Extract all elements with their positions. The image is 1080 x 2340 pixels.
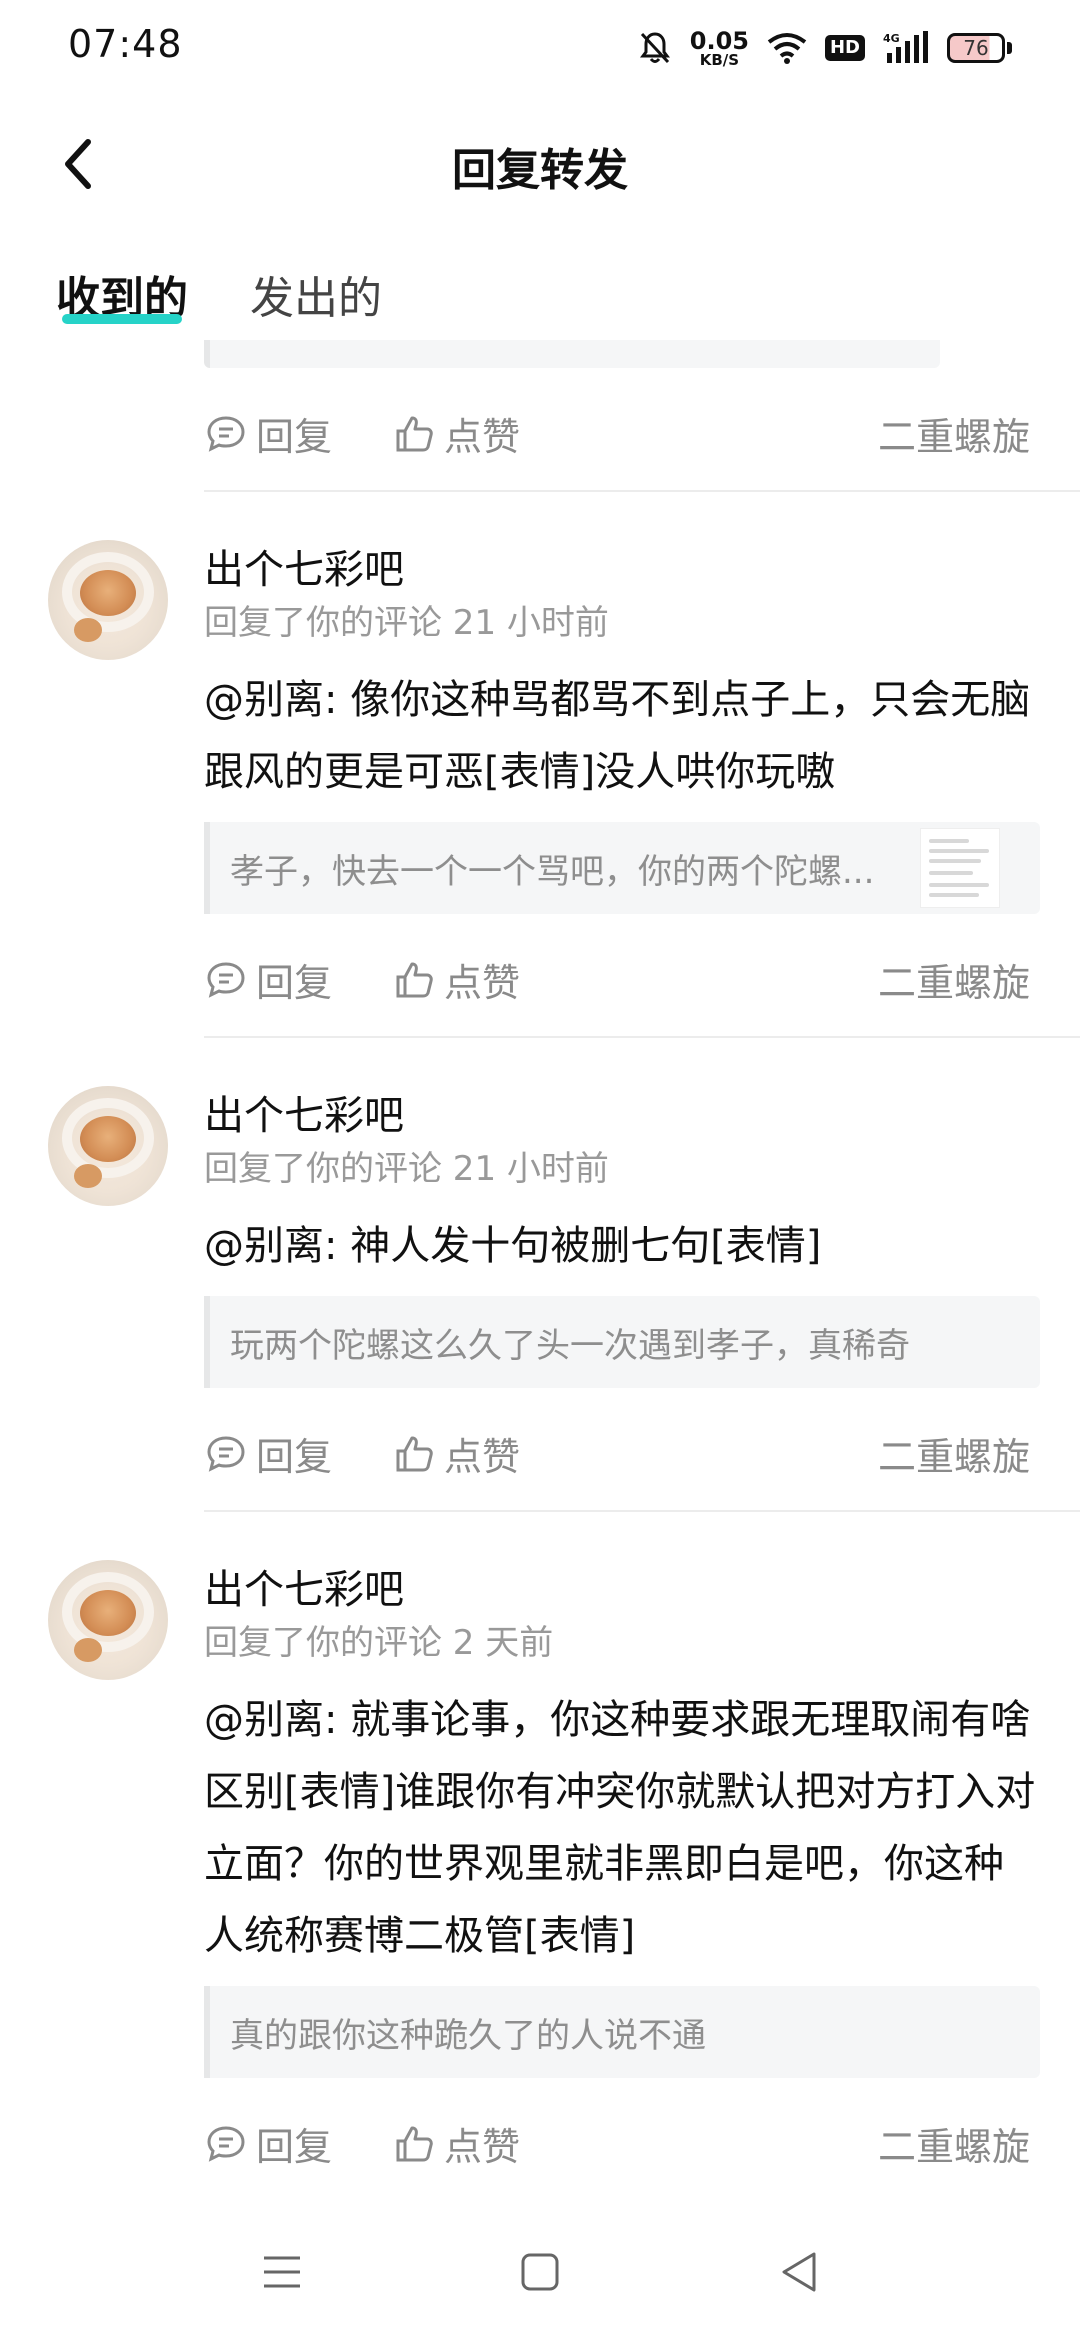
reply-text[interactable]: @别离: 像你这种骂都骂不到点子上，只会无脑跟风的更是可恶[表情]没人哄你玩嗷 [204,664,1040,808]
quote-text: 玩两个陀螺这么久了头一次遇到孝子，真稀奇 [230,1325,910,1366]
tab-sent[interactable]: 发出的 [250,262,382,332]
thumbs-up-icon [396,416,433,451]
quote-text: 真的跟你这种跪久了的人说不通 [230,2015,706,2056]
avatar[interactable] [48,1560,168,1680]
action-row: 回复 点赞 二重螺旋 [204,368,1080,490]
avatar[interactable] [48,1086,168,1206]
reply-meta: 回复了你的评论 21 小时前 [204,1149,609,1189]
action-row: 回复 点赞 二重螺旋 [204,914,1080,1036]
like-label: 点赞 [444,1435,521,1479]
reply-button[interactable]: 回复 [204,1426,332,1481]
action-row: 回复 点赞 二重螺旋 [204,2078,1080,2200]
net-speed-value: 0.05 [689,26,749,55]
like-label: 点赞 [444,2125,521,2169]
reply-text[interactable]: @别离: 就事论事，你这种要求跟无理取闹有啥区别[表情]谁跟你有冲突你就默认把对… [204,1684,1040,1972]
user-name[interactable]: 出个七彩吧 [204,1562,1040,1618]
quote-text: 孝子，快去一个一个骂吧，你的两个陀螺... [230,851,875,892]
quote-block[interactable]: 孝子，快去一个一个骂吧，你的两个陀螺... [204,822,1040,914]
quote-block[interactable]: 玩两个陀螺这么久了头一次遇到孝子，真稀奇 [204,1296,1040,1388]
source-link[interactable]: 二重螺旋 [878,406,1030,461]
net-speed-unit: KB/S [699,50,740,69]
reply-button[interactable]: 回复 [204,2116,332,2171]
tab-active-indicator [62,314,182,324]
reply-label: 回复 [256,1435,333,1479]
reply-label: 回复 [256,961,333,1005]
reply-bubble-icon [207,2125,245,2162]
user-name[interactable]: 出个七彩吧 [204,542,1040,598]
reply-text[interactable]: @别离: 神人发十句被删七句[表情] [204,1210,1040,1282]
menu-icon[interactable] [252,2242,312,2302]
list-item: 出个七彩吧 回复了你的评论 21 小时前 @别离: 神人发十句被删七句[表情] … [0,1038,1080,1512]
like-button[interactable]: 点赞 [392,1426,520,1481]
system-nav-bar [0,2206,1080,2340]
battery-icon: 76 [947,33,1012,63]
list-item: 出个七彩吧 回复了你的评论 21 小时前 @别离: 像你这种骂都骂不到点子上，只… [0,492,1080,1038]
like-button[interactable]: 点赞 [392,952,520,1007]
thumbs-up-icon [396,2126,433,2161]
net-speed: 0.05 KB/S [690,29,749,68]
like-button[interactable]: 点赞 [392,2116,520,2171]
reply-label: 回复 [256,415,333,459]
quote-block[interactable]: 真的跟你这种跪久了的人说不通 [204,1986,1040,2078]
top-app-bar: 回复转发 [0,96,1080,236]
user-name[interactable]: 出个七彩吧 [204,1088,1040,1144]
list-item: 出个七彩吧 回复了你的评论 2 天前 @别离: 就事论事，你这种要求跟无理取闹有… [0,1512,1080,2200]
like-button[interactable]: 点赞 [392,406,520,461]
status-icons: 0.05 KB/S HD 4G 76 [638,22,1012,74]
reply-button[interactable]: 回复 [204,406,332,461]
hd-icon: HD [824,35,865,61]
reply-meta: 回复了你的评论 21 小时前 [204,603,609,643]
mute-bell-icon [639,32,670,64]
reply-list: 回复 点赞 二重螺旋 出个七彩吧 回复了你的评论 21 小时前 @别离: 像你这… [0,340,1080,2200]
thumbs-up-icon [396,1436,433,1471]
reply-bubble-icon [207,961,245,998]
wifi-icon [767,33,807,64]
tab-sent-label: 发出的 [250,273,382,324]
like-label: 点赞 [444,961,521,1005]
battery-level: 76 [963,36,989,60]
status-bar: 07:48 0.05 KB/S HD 4G 76 [0,0,1080,96]
reply-label: 回复 [256,2125,333,2169]
avatar[interactable] [48,540,168,660]
quote-block-partial [204,340,940,368]
back-triangle-icon[interactable] [770,2242,830,2302]
source-link[interactable]: 二重螺旋 [878,2116,1030,2171]
like-label: 点赞 [444,415,521,459]
page-title: 回复转发 [452,145,628,196]
reply-bubble-icon [207,415,245,452]
signal-icon: 4G [883,31,928,63]
tab-bar: 收到的 发出的 [56,262,382,342]
action-row: 回复 点赞 二重螺旋 [204,1388,1080,1510]
thumbs-up-icon [396,962,433,997]
reply-meta: 回复了你的评论 2 天前 [204,1623,554,1663]
tab-received[interactable]: 收到的 [56,262,188,332]
screenshot-thumbnail[interactable] [920,828,1000,908]
status-time: 07:48 [68,22,183,66]
source-link[interactable]: 二重螺旋 [878,1426,1030,1481]
home-square-icon[interactable] [510,2242,570,2302]
reply-bubble-icon [207,1435,245,1472]
svg-text:4G: 4G [883,32,900,45]
source-link[interactable]: 二重螺旋 [878,952,1030,1007]
reply-button[interactable]: 回复 [204,952,332,1007]
